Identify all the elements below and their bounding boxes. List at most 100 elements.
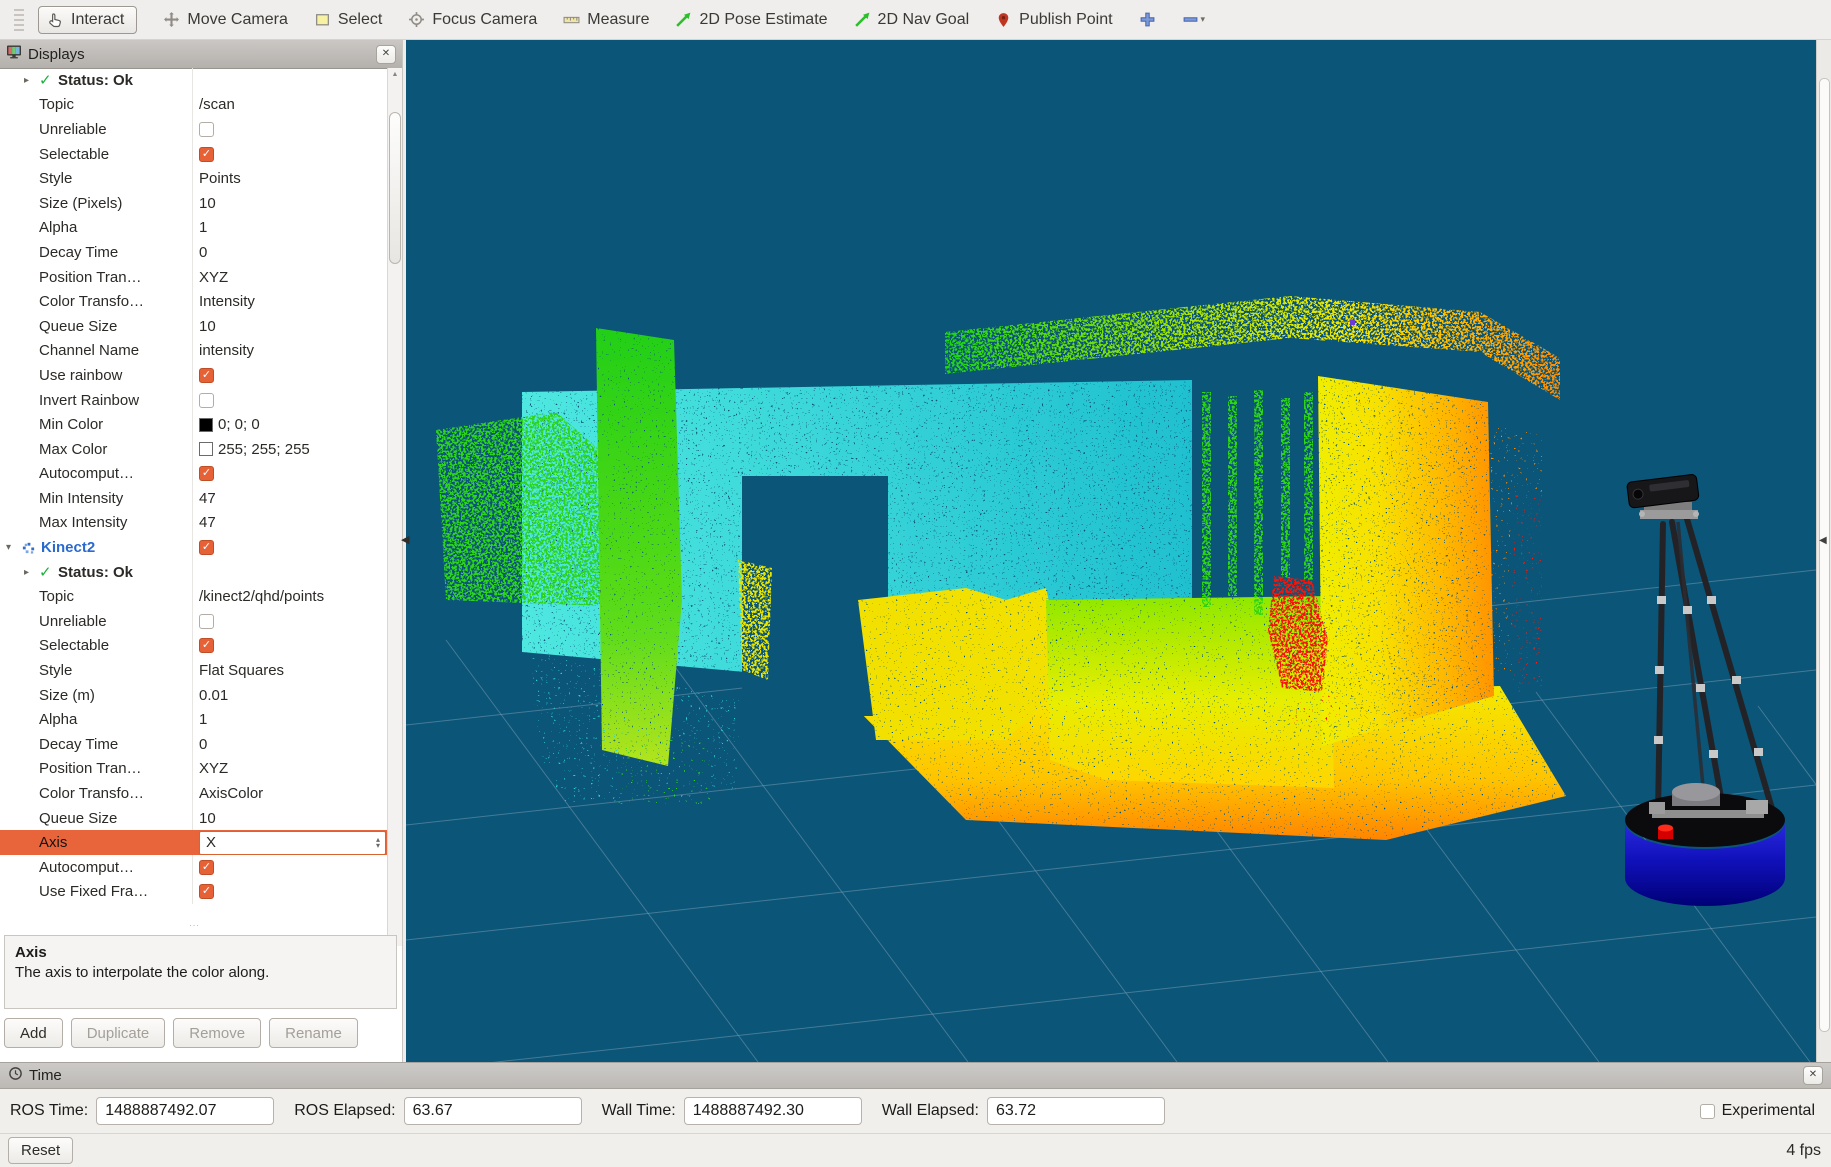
property-value: 10 <box>199 810 216 827</box>
tool-focus-camera[interactable]: Focus Camera <box>408 11 537 29</box>
add-button[interactable]: Add <box>4 1018 63 1048</box>
scroll-up-icon[interactable]: ▲ <box>388 71 402 78</box>
tree-row-style[interactable]: StylePoints <box>0 166 389 191</box>
tree-row-selectable[interactable]: Selectable✓ <box>0 634 389 659</box>
tree-row-alpha[interactable]: Alpha1 <box>0 216 389 241</box>
property-checkbox[interactable]: ✓ <box>199 638 214 653</box>
property-label: Alpha <box>39 219 77 236</box>
ros-elapsed-input[interactable]: 63.67 <box>404 1097 582 1125</box>
expander-icon[interactable]: ▾ <box>6 542 21 553</box>
tree-row-size-pixels-[interactable]: Size (Pixels)10 <box>0 191 389 216</box>
tool-2d-nav-goal[interactable]: 2D Nav Goal <box>854 11 970 29</box>
tree-row-max-intensity[interactable]: Max Intensity47 <box>0 511 389 536</box>
tree-row-min-color[interactable]: Min Color0; 0; 0 <box>0 412 389 437</box>
tree-row-unreliable[interactable]: Unreliable <box>0 117 389 142</box>
color-swatch[interactable] <box>199 418 213 432</box>
tree-row-max-color[interactable]: Max Color255; 255; 255 <box>0 437 389 462</box>
property-value: Intensity <box>199 293 255 310</box>
property-checkbox[interactable]: ✓ <box>199 540 214 555</box>
toolbar-drag-handle[interactable] <box>14 9 24 31</box>
property-label: Kinect2 <box>41 539 95 556</box>
wall-time-input[interactable]: 1488887492.30 <box>684 1097 862 1125</box>
close-icon[interactable]: ✕ <box>376 45 396 64</box>
remove-tool-button[interactable]: ▾ <box>1182 11 1206 28</box>
render-scene <box>406 40 1816 1062</box>
property-checkbox[interactable] <box>199 393 214 408</box>
axis-spinbox[interactable]: X▴▾ <box>199 831 386 855</box>
tree-row-use-rainbow[interactable]: Use rainbow✓ <box>0 363 389 388</box>
scrollbar-thumb[interactable] <box>389 112 401 264</box>
tree-row-use-fixed-fra-[interactable]: Use Fixed Fra… ✓ <box>0 880 389 905</box>
tree-row-position-tran-[interactable]: Position Tran…XYZ <box>0 265 389 290</box>
3d-viewport[interactable] <box>406 40 1816 1062</box>
hand-icon <box>47 11 64 28</box>
tree-row-invert-rainbow[interactable]: Invert Rainbow <box>0 388 389 413</box>
tree-row-color-transfo-[interactable]: Color Transfo…AxisColor <box>0 781 389 806</box>
property-label: Alpha <box>39 711 77 728</box>
wall-elapsed-input[interactable]: 63.72 <box>987 1097 1165 1125</box>
tree-row-status-ok[interactable]: ▸✓Status: Ok <box>0 68 389 93</box>
property-tree: ▸✓Status: OkTopic/scanUnreliableSelectab… <box>0 68 389 904</box>
tree-row-topic[interactable]: Topic/scan <box>0 93 389 118</box>
add-tool-button[interactable] <box>1139 11 1156 28</box>
tree-row-size-m-[interactable]: Size (m)0.01 <box>0 683 389 708</box>
property-value: 0; 0; 0 <box>218 416 260 433</box>
property-value: XYZ <box>199 269 228 286</box>
property-value: XYZ <box>199 760 228 777</box>
tree-row-channel-name[interactable]: Channel Nameintensity <box>0 339 389 364</box>
tool-move-camera[interactable]: Move Camera <box>163 11 287 29</box>
tree-row-color-transfo-[interactable]: Color Transfo…Intensity <box>0 289 389 314</box>
property-checkbox[interactable] <box>199 614 214 629</box>
tree-row-queue-size[interactable]: Queue Size10 <box>0 314 389 339</box>
tool-select[interactable]: Select <box>314 11 382 29</box>
property-label: Use Fixed Fra… <box>39 883 148 900</box>
tool-2d-pose-estimate[interactable]: 2D Pose Estimate <box>675 11 827 29</box>
property-checkbox[interactable]: ✓ <box>199 860 214 875</box>
time-panel-header: Time ✕ <box>0 1062 1831 1089</box>
tree-row-axis[interactable]: AxisX▴▾ <box>0 830 389 855</box>
tree-row-min-intensity[interactable]: Min Intensity47 <box>0 486 389 511</box>
tree-row-selectable[interactable]: Selectable✓ <box>0 142 389 167</box>
right-panel-splitter[interactable]: ◀ <box>1816 40 1831 1062</box>
expander-icon[interactable]: ▸ <box>24 75 39 86</box>
chevron-down-icon[interactable]: ▾ <box>1201 14 1206 25</box>
tree-row-autocomput-[interactable]: Autocomput…✓ <box>0 462 389 487</box>
property-checkbox[interactable]: ✓ <box>199 884 214 899</box>
tree-row-autocomput-[interactable]: Autocomput…✓ <box>0 855 389 880</box>
tree-row-decay-time[interactable]: Decay Time0 <box>0 732 389 757</box>
tree-row-position-tran-[interactable]: Position Tran…XYZ <box>0 757 389 782</box>
property-checkbox[interactable]: ✓ <box>199 368 214 383</box>
splitter-grip[interactable]: ∙∙∙ <box>0 920 389 930</box>
tree-row-unreliable[interactable]: Unreliable <box>0 609 389 634</box>
property-label: Style <box>39 170 72 187</box>
tree-scrollbar[interactable]: ▲ <box>387 68 402 946</box>
spinner-arrows-icon[interactable]: ▴▾ <box>376 837 385 849</box>
property-checkbox[interactable]: ✓ <box>199 147 214 162</box>
ros-time-input[interactable]: 1488887492.07 <box>96 1097 274 1125</box>
reset-button[interactable]: Reset <box>8 1137 73 1164</box>
panel-expand-arrow-icon[interactable]: ◀ <box>1819 535 1827 546</box>
tree-row-queue-size[interactable]: Queue Size10 <box>0 806 389 831</box>
tool-measure[interactable]: Measure <box>563 11 649 29</box>
property-checkbox[interactable]: ✓ <box>199 466 214 481</box>
tool-publish-point[interactable]: Publish Point <box>995 11 1112 29</box>
tool-label: 2D Pose Estimate <box>699 11 827 29</box>
color-swatch[interactable] <box>199 442 213 456</box>
property-label: Color Transfo… <box>39 785 144 802</box>
right-scrollbar-thumb[interactable] <box>1819 78 1830 1032</box>
tree-row-topic[interactable]: Topic/kinect2/qhd/points <box>0 584 389 609</box>
tree-row-status-ok[interactable]: ▸✓Status: Ok <box>0 560 389 585</box>
close-icon[interactable]: ✕ <box>1803 1066 1823 1085</box>
wall-time-label: Wall Time: <box>602 1102 676 1120</box>
tree-row-alpha[interactable]: Alpha1 <box>0 707 389 732</box>
expander-icon[interactable]: ▸ <box>24 567 39 578</box>
tool-label: Measure <box>587 11 649 29</box>
tool-interact[interactable]: Interact <box>38 6 137 34</box>
ros-time-label: ROS Time: <box>10 1102 88 1120</box>
tree-row-style[interactable]: StyleFlat Squares <box>0 658 389 683</box>
property-checkbox[interactable] <box>199 122 214 137</box>
tree-row-decay-time[interactable]: Decay Time0 <box>0 240 389 265</box>
experimental-checkbox[interactable] <box>1700 1104 1715 1119</box>
panel-collapse-arrow-icon[interactable]: ◀ <box>401 533 413 549</box>
tree-row-kinect2[interactable]: ▾ Kinect2 ✓ <box>0 535 389 560</box>
